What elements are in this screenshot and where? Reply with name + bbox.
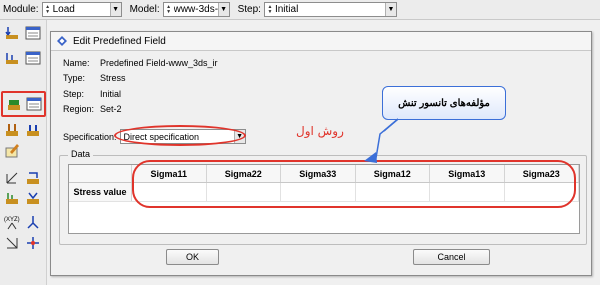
info-key: Region: [63,104,95,114]
columns-highlight-ellipse [132,160,576,208]
table-corner [69,165,132,182]
edit-note-icon[interactable] [4,142,20,158]
step-value: Initial [274,4,299,15]
cancel-button[interactable]: Cancel [413,249,490,265]
info-key: Type: [63,73,86,83]
info-value: Predefined Field-www_3ds_ir [100,58,218,68]
specification-highlight-ellipse [114,125,246,146]
connector-icon[interactable] [25,170,41,186]
field-icon[interactable] [4,190,20,206]
axis-icon[interactable] [25,214,41,230]
spin-icon: ▲ ▼ [166,3,172,15]
info-region-row: Region: Set-2 [63,104,122,114]
create-bc-icon[interactable] [4,50,20,66]
predefined-field-manager-icon[interactable] [26,96,42,112]
info-key: Name: [63,58,90,68]
model-label: Model: [129,4,160,15]
datum-csys-icon[interactable] [4,170,20,186]
model-value: www-3ds-ir [173,4,218,15]
ok-button[interactable]: OK [166,249,219,265]
module-label: Module: [3,4,39,15]
module-value: Load [52,4,75,15]
info-value: Initial [100,89,122,99]
info-name-row: Name: Predefined Field-www_3ds_ir [63,58,218,68]
chevron-down-icon[interactable]: ▼ [217,3,229,16]
model-combo[interactable]: ▲▼ www-3ds-ir ▼ [162,2,230,17]
step-label: Step: [237,4,261,15]
chevron-down-icon[interactable]: ▼ [109,3,121,16]
spin-icon: ▲ ▼ [267,3,273,15]
bc-manager-icon[interactable] [25,50,41,66]
row-header: Stress value [69,183,132,201]
xyz-point-icon[interactable]: (XYZ) [4,214,20,230]
data-group-label: Data [68,149,94,159]
load-manager-icon[interactable] [25,25,41,41]
create-predefined-field-icon[interactable] [6,96,22,112]
context-toolbar: Module: ▲▼ Load ▼ Model: ▲▼ www-3ds-ir ▼… [0,0,600,20]
load-case-manager-icon[interactable] [25,122,41,138]
edit-predefined-field-dialog: Edit Predefined Field Name: Predefined F… [50,31,592,276]
first-method-annotation: روش اول [296,124,344,138]
partition-icon[interactable] [4,235,20,251]
info-key: Step: [63,89,85,99]
chevron-down-icon[interactable]: ▼ [384,3,396,16]
tensor-components-callout: مؤلفه‌های تانسور تنش [382,86,506,120]
info-value: Set-2 [100,104,122,114]
datum-axis-icon[interactable] [25,235,41,251]
info-value: Stress [100,73,126,83]
dialog-titlebar[interactable]: Edit Predefined Field [51,32,591,51]
amplitude-icon[interactable] [25,190,41,206]
module-combo[interactable]: ▲ ▼ Load ▼ [41,2,122,17]
create-load-icon[interactable] [4,25,20,41]
dialog-title: Edit Predefined Field [73,35,166,47]
info-type-row: Type: Stress [63,73,126,83]
info-step-row: Step: Initial [63,89,121,99]
spin-icon: ▲ ▼ [45,3,51,15]
specification-label: Specification: [63,131,117,142]
step-combo[interactable]: ▲ ▼ Initial ▼ [263,2,397,17]
load-toolbox: (XYZ) [0,20,47,285]
abaqus-logo-icon [57,36,67,46]
create-load-case-icon[interactable] [4,122,20,138]
svg-text:(XYZ): (XYZ) [4,217,20,223]
